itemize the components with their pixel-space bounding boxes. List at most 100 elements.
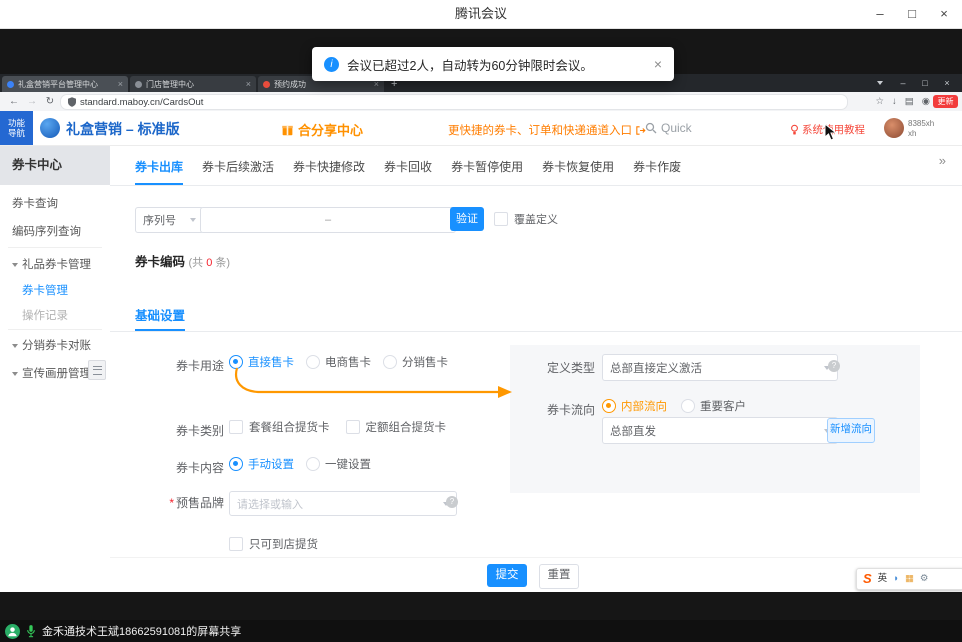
browser-minimize-icon[interactable]: –	[892, 74, 914, 92]
help-icon[interactable]: ?	[828, 360, 840, 372]
browser-addressbar: ← → ↻ standard.maboy.cn/CardsOut ☆ ↓ ▤ ◉…	[0, 92, 962, 112]
caret-down-icon	[12, 263, 18, 267]
close-icon[interactable]: ×	[928, 0, 960, 28]
forward-icon[interactable]: →	[24, 92, 40, 111]
browser-maximize-icon[interactable]: □	[914, 74, 936, 92]
radio-icon[interactable]	[383, 355, 397, 369]
card-codes-heading: 券卡编码 (共 0 条)	[135, 251, 230, 270]
sogou-logo-icon[interactable]: S	[863, 569, 872, 589]
card-usage-label: 券卡用途	[120, 357, 224, 374]
tab-close-icon[interactable]: ×	[246, 79, 251, 89]
serial-type-select[interactable]: 序列号	[135, 207, 204, 233]
tab-card-outbound[interactable]: 券卡出库	[135, 150, 183, 185]
checkbox-icon[interactable]	[229, 420, 243, 434]
address-field[interactable]: standard.maboy.cn/CardsOut	[60, 94, 848, 110]
tab-basic-settings[interactable]: 基础设置	[135, 305, 185, 324]
sidebar: 券卡中心 券卡查询 编码序列查询 礼品券卡管理 券卡管理 操作记录 分销券卡对账…	[0, 145, 111, 592]
define-type-select[interactable]: 总部直接定义激活	[602, 354, 838, 381]
radio-important-customer[interactable]: 重要客户	[681, 398, 746, 414]
share-status-bar: 金禾通技术王斌18662591081的屏幕共享	[0, 620, 962, 642]
flow-target-select[interactable]: 总部直发	[602, 417, 838, 444]
radio-icon[interactable]	[681, 399, 695, 413]
codes-count-prefix: (共	[189, 257, 207, 269]
panel-collapse-icon[interactable]: »	[939, 153, 946, 168]
checkbox-combo-pickup-card[interactable]: 套餐组合提货卡	[229, 419, 330, 435]
radio-distribution-sale[interactable]: 分销售卡	[383, 354, 448, 370]
help-icon[interactable]: ?	[446, 496, 458, 508]
maximize-icon[interactable]: □	[896, 0, 928, 28]
browser-update-button[interactable]: 更新	[933, 95, 958, 108]
radio-selected-icon[interactable]	[229, 457, 243, 471]
define-type-value: 总部直接定义激活	[610, 360, 820, 376]
tab-card-void[interactable]: 券卡作废	[633, 150, 681, 185]
radio-selected-icon[interactable]	[229, 355, 243, 369]
checkbox-icon[interactable]	[229, 537, 243, 551]
tab-search-icon[interactable]	[877, 81, 883, 85]
radio-ecommerce-sale[interactable]: 电商售卡	[306, 354, 371, 370]
sidebar-divider	[8, 329, 102, 330]
apps-icon[interactable]: ▤	[905, 96, 914, 107]
radio-direct-sale[interactable]: 直接售卡	[229, 354, 294, 370]
checkbox-icon[interactable]	[346, 420, 360, 434]
sidebar-group-label: 宣传画册管理	[22, 368, 91, 380]
caret-down-icon	[12, 344, 18, 348]
user-avatar[interactable]	[884, 118, 904, 138]
tab-card-quick-edit[interactable]: 券卡快捷修改	[293, 150, 365, 185]
submit-button[interactable]: 提交	[487, 564, 527, 587]
checkbox-fixed-combo-pickup-card[interactable]: 定额组合提货卡	[346, 419, 447, 435]
sidebar-item-card-query[interactable]: 券卡查询	[0, 192, 122, 216]
sidebar-item-code-sequence[interactable]: 编码序列查询	[0, 220, 122, 244]
sidebar-collapse-button[interactable]	[88, 360, 106, 380]
toast-close-icon[interactable]: ×	[654, 56, 662, 72]
radio-icon[interactable]	[306, 355, 320, 369]
browser-close-icon[interactable]: ×	[936, 74, 958, 92]
search-icon	[645, 122, 657, 134]
flow-target-value: 总部直发	[610, 423, 820, 439]
tab-card-restore[interactable]: 券卡恢复使用	[542, 150, 614, 185]
ime-halfwidth-icon[interactable]: ◗	[893, 569, 899, 589]
browser-tab-store-admin[interactable]: 门店管理中心 ×	[130, 76, 256, 92]
back-icon[interactable]: ←	[6, 92, 22, 111]
ime-language-toggle[interactable]: 英	[878, 569, 888, 589]
download-icon[interactable]: ↓	[892, 96, 897, 107]
sidebar-group-gift-card-mgmt[interactable]: 礼品券卡管理	[0, 253, 122, 277]
quick-search[interactable]: Quick	[645, 121, 692, 135]
profile-icon[interactable]: ◉	[922, 96, 930, 107]
meeting-toast: i 会议已超过2人，自动转为60分钟限时会议。 ×	[312, 47, 674, 81]
overwrite-define-option[interactable]: 覆盖定义	[494, 207, 558, 231]
info-icon: i	[324, 57, 339, 72]
ime-settings-icon[interactable]: ⚙	[920, 569, 929, 589]
radio-selected-icon[interactable]	[602, 399, 616, 413]
option-label: 手动设置	[248, 456, 294, 472]
radio-one-click-setup[interactable]: 一键设置	[306, 456, 371, 472]
tab-card-activate[interactable]: 券卡后续激活	[202, 150, 274, 185]
refresh-icon[interactable]: ↻	[42, 92, 58, 111]
tab-favicon	[135, 81, 142, 88]
browser-tab-marketing-admin[interactable]: 礼盒营销平台管理中心 ×	[2, 76, 128, 92]
tab-card-suspend[interactable]: 券卡暂停使用	[451, 150, 523, 185]
store-only-option[interactable]: 只可到店提货	[229, 536, 318, 552]
system-tutorial-link[interactable]: 系统使用教程	[790, 122, 865, 137]
function-nav-button[interactable]: 功能 导航	[0, 111, 33, 145]
presale-brand-label: *预售品牌	[120, 494, 224, 511]
ime-keyboard-icon[interactable]: ▦	[905, 569, 914, 589]
verify-button[interactable]: 验证	[450, 207, 484, 231]
serial-range-input[interactable]: –	[200, 207, 456, 233]
radio-manual-setup[interactable]: 手动设置	[229, 456, 294, 472]
quick-entry-link[interactable]: 更快捷的券卡、订单和快递通道入口	[448, 122, 646, 138]
checkbox-icon[interactable]	[494, 212, 508, 226]
radio-icon[interactable]	[306, 457, 320, 471]
share-center-link[interactable]: 合分享中心	[281, 120, 363, 139]
tab-close-icon[interactable]: ×	[118, 79, 123, 89]
minimize-icon[interactable]: –	[864, 0, 896, 28]
tab-card-recycle[interactable]: 券卡回收	[384, 150, 432, 185]
reset-button[interactable]: 重置	[539, 564, 579, 589]
favorite-icon[interactable]: ☆	[875, 96, 884, 107]
share-center-label: 合分享中心	[298, 120, 363, 139]
presale-brand-select[interactable]: 请选择或输入	[229, 491, 457, 516]
sidebar-title: 券卡中心	[0, 145, 110, 185]
sidebar-group-distribution-recon[interactable]: 分销券卡对账	[0, 334, 122, 358]
radio-internal-flow[interactable]: 内部流向	[602, 398, 667, 414]
option-label: 定额组合提货卡	[366, 419, 447, 435]
add-flow-button[interactable]: 新增流向	[827, 418, 875, 443]
